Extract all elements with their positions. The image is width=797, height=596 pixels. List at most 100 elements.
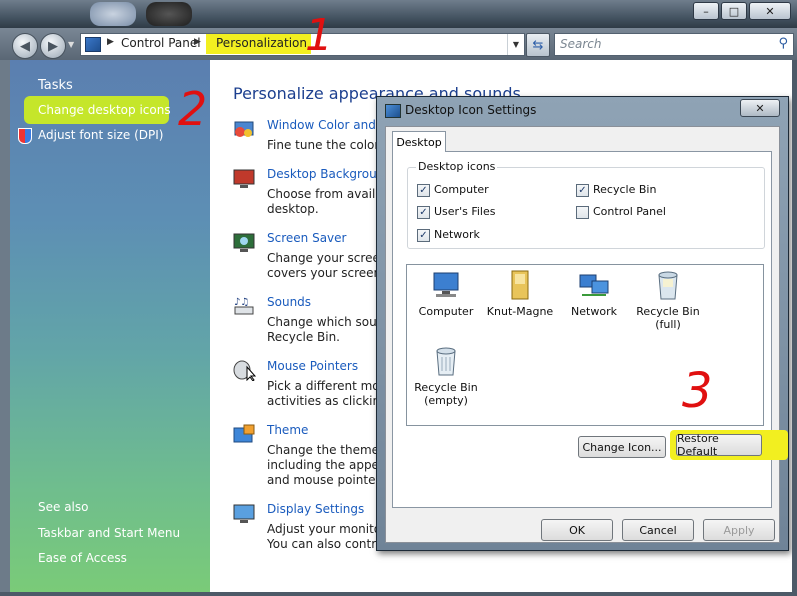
display-settings-icon[interactable] (232, 502, 256, 524)
search-icon[interactable]: ⚲ (778, 36, 788, 51)
list-item[interactable]: Knut-Magne (485, 269, 555, 318)
item-description-line: Change your screen (267, 251, 387, 265)
user-folder-icon (504, 269, 536, 301)
window-color-icon[interactable] (232, 118, 256, 140)
group-label: Desktop icons (416, 160, 498, 173)
item-description: Fine tune the color a (267, 138, 387, 153)
tasks-heading: Tasks (38, 78, 73, 93)
item-description: Pick a different mous activities as click… (267, 379, 387, 409)
screen-saver-link[interactable]: Screen Saver (267, 231, 346, 245)
maximize-button[interactable]: □ (721, 2, 747, 20)
tab-desktop[interactable]: Desktop (392, 131, 446, 152)
recycle-bin-checkbox[interactable]: ✓ (576, 184, 589, 197)
sounds-icon[interactable]: ♪♫ (232, 295, 256, 317)
dialog-close-button[interactable]: ✕ (740, 99, 780, 117)
window-border (792, 60, 797, 596)
list-item[interactable]: Computer (411, 269, 481, 318)
minimize-button[interactable]: – (693, 2, 719, 20)
desktop-icon-settings-dialog: Desktop Icon Settings ✕ Desktop Desktop … (376, 96, 789, 551)
icon-label: Computer (418, 305, 474, 318)
dialog-title: Desktop Icon Settings (405, 103, 537, 117)
dialog-app-icon (385, 104, 401, 118)
item-description: Adjust your monitor You can also control (267, 522, 387, 552)
address-dropdown-button[interactable]: ▼ (507, 34, 524, 55)
forward-button[interactable]: ▶ (40, 33, 66, 59)
item-description-line: Choose from availab (267, 187, 387, 201)
item-description-line: Change the theme. T (267, 443, 387, 457)
item-description-line: and mouse pointers. (267, 473, 387, 487)
theme-link[interactable]: Theme (267, 423, 308, 437)
computer-checkbox[interactable]: ✓ (417, 184, 430, 197)
adjust-font-size-link[interactable]: Adjust font size (DPI) (38, 128, 163, 142)
breadcrumb-control-panel[interactable]: Control Panel (121, 36, 201, 50)
breadcrumb-personalization[interactable]: Personalization (216, 36, 307, 50)
screen-saver-icon[interactable] (232, 231, 256, 253)
back-arrow-icon: ◀ (20, 38, 30, 54)
item-description-line: Fine tune the color a (267, 138, 387, 152)
item-description: Change which sound Recycle Bin. (267, 315, 387, 345)
list-item[interactable]: Network (559, 269, 629, 318)
display-settings-link[interactable]: Display Settings (267, 502, 364, 516)
checkbox-label: Control Panel (593, 205, 666, 218)
refresh-button[interactable]: ⇆ (526, 33, 550, 57)
window-controls: – □ ✕ (693, 2, 791, 20)
list-item[interactable]: Recycle Bin (full) (633, 269, 703, 331)
taskbar-start-menu-link[interactable]: Taskbar and Start Menu (38, 526, 180, 540)
list-item[interactable]: Recycle Bin (empty) (411, 345, 481, 407)
network-checkbox[interactable]: ✓ (417, 229, 430, 242)
item-description: Choose from availab desktop. (267, 187, 387, 217)
control-panel-checkbox[interactable] (576, 206, 589, 219)
window-color-link[interactable]: Window Color and A (267, 118, 388, 132)
recycle-bin-empty-icon (430, 345, 462, 377)
checkbox-label: Network (434, 228, 480, 241)
checkbox-label: User's Files (434, 205, 496, 218)
item-description-line: Pick a different mous (267, 379, 387, 393)
refresh-icon: ⇆ (532, 37, 544, 53)
checkbox-label: Recycle Bin (593, 183, 657, 196)
item-description-line: Change which sound (267, 315, 387, 329)
search-input[interactable]: Search ⚲ (554, 33, 794, 56)
checkbox-label: Computer (434, 183, 489, 196)
item-description-line: Adjust your monitor (267, 522, 387, 536)
breadcrumb-separator-icon: ▶ (107, 37, 114, 47)
mouse-pointers-icon[interactable] (232, 359, 257, 382)
desktop-background-link[interactable]: Desktop Background (267, 167, 392, 181)
desktop-background-icon[interactable] (232, 167, 256, 189)
item-description: Change your screen covers your screen a (267, 251, 387, 281)
annotation-step-3: 3 (682, 363, 713, 419)
item-description-line: desktop. (267, 202, 319, 216)
apply-button[interactable]: Apply (703, 519, 775, 541)
annotation-step-1: 1 (305, 10, 333, 61)
network-icon (578, 269, 610, 301)
forward-arrow-icon: ▶ (48, 38, 58, 54)
window-border (0, 60, 10, 596)
restore-default-button[interactable]: Restore Default (676, 432, 762, 458)
ok-button[interactable]: OK (541, 519, 613, 541)
task-pane: Tasks Change desktop icons Adjust font s… (10, 60, 210, 592)
ease-of-access-link[interactable]: Ease of Access (38, 551, 127, 565)
close-button[interactable]: ✕ (749, 2, 791, 20)
dialog-body: Desktop Desktop icons ✓ Computer ✓ Recyc… (385, 126, 780, 543)
icon-label: Network (571, 305, 617, 318)
svg-text:♪♫: ♪♫ (234, 297, 249, 308)
item-description-line: Recycle Bin. (267, 330, 340, 344)
change-desktop-icons-link[interactable]: Change desktop icons (38, 103, 171, 117)
sounds-link[interactable]: Sounds (267, 295, 311, 309)
annotation-step-2: 2 (178, 82, 208, 136)
change-icon-button[interactable]: Change Icon... (578, 436, 666, 458)
back-button[interactable]: ◀ (12, 33, 38, 59)
window-border (0, 592, 797, 596)
icon-list: Computer Knut-Magne Network Recycle Bin … (406, 264, 764, 426)
users-files-checkbox[interactable]: ✓ (417, 206, 430, 219)
address-bar[interactable]: ▶ Control Panel ▶ Personalization ▼ (80, 33, 525, 56)
see-also-heading: See also (38, 500, 89, 514)
icon-label: Recycle Bin (empty) (414, 381, 478, 407)
mouse-pointers-link[interactable]: Mouse Pointers (267, 359, 358, 373)
recent-pages-dropdown[interactable]: ▼ (68, 40, 74, 49)
cancel-button[interactable]: Cancel (622, 519, 694, 541)
theme-icon[interactable] (232, 423, 256, 445)
window-titlebar (0, 0, 797, 28)
item-description-line: including the appear (267, 458, 387, 472)
desktop-icons-group: Desktop icons ✓ Computer ✓ Recycle Bin ✓… (407, 160, 765, 249)
background-thumbnail (90, 2, 136, 26)
